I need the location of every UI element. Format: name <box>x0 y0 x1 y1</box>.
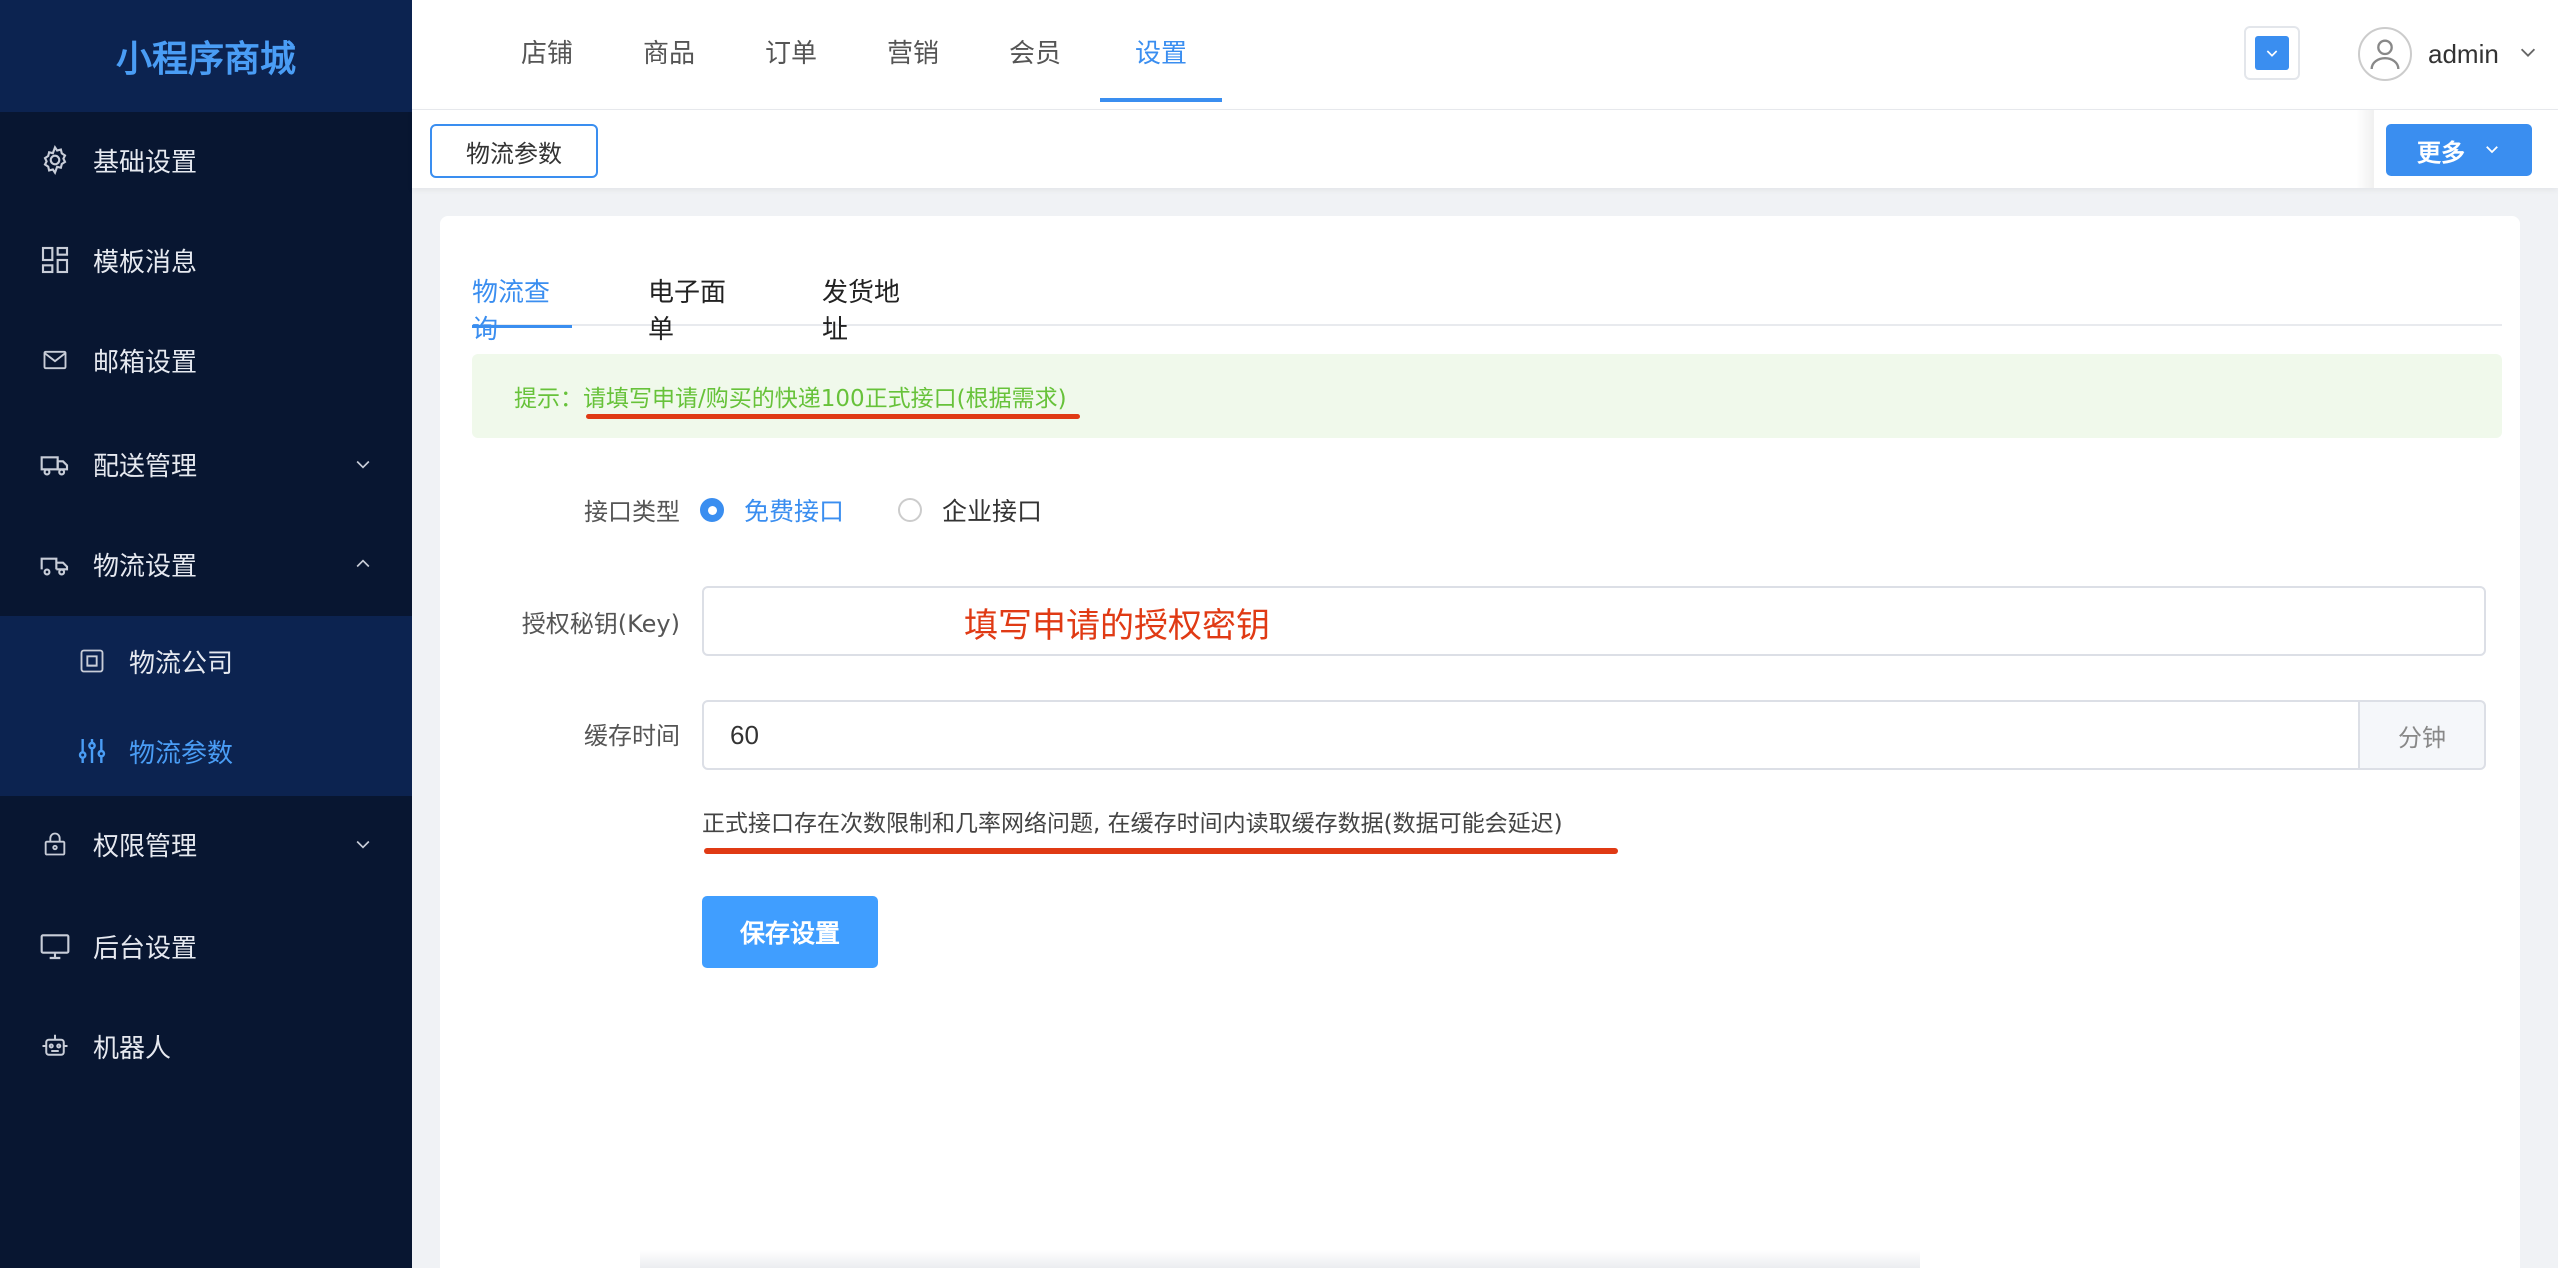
tab-shipping-address[interactable]: 发货地址 <box>822 266 922 345</box>
grid-icon <box>38 243 72 277</box>
auth-key-label: 授权秘钥(Key) <box>521 610 680 638</box>
tab-logistics-query[interactable]: 物流查询 <box>472 266 572 345</box>
sidebar-subitem-logistics-params[interactable]: 物流参数 <box>0 706 412 796</box>
tab-e-waybill[interactable]: 电子面单 <box>648 266 748 345</box>
sidebar-item-template-messages[interactable]: 模板消息 <box>0 210 412 310</box>
tag-logistics-params[interactable]: 物流参数 <box>430 124 598 178</box>
gear-icon <box>38 143 72 177</box>
radio-dot <box>898 498 922 522</box>
cache-time-input[interactable] <box>702 700 2360 770</box>
sidebar-item-permission-management[interactable]: 权限管理 <box>0 794 412 894</box>
tab-store[interactable]: 店铺 <box>510 0 584 102</box>
sidebar-item-logistics-settings[interactable]: 物流设置 <box>0 514 412 614</box>
tab-products[interactable]: 商品 <box>632 0 706 102</box>
chevron-down-icon <box>2255 36 2289 70</box>
radio-enterprise-api[interactable]: 企业接口 <box>898 492 1042 528</box>
tip-alert: 提示： 请填写申请/购买的快递100正式接口(根据需求) <box>472 354 2502 438</box>
tab-members[interactable]: 会员 <box>998 0 1072 102</box>
annotation-underline <box>586 414 1080 419</box>
delivery-icon <box>38 547 72 581</box>
api-type-label: 接口类型 <box>584 498 680 526</box>
sliders-icon <box>76 735 108 767</box>
tags-bar: 物流参数 更多 <box>412 110 2558 188</box>
dropdown-toggle-button[interactable] <box>2244 26 2300 80</box>
chevron-down-icon <box>352 453 374 475</box>
top-navbar: 店铺 商品 订单 营销 会员 设置 admin <box>412 0 2558 110</box>
robot-icon <box>38 1029 72 1063</box>
company-icon <box>76 645 108 677</box>
settings-tabs: 物流查询 电子面单 发货地址 <box>472 266 2502 345</box>
cache-time-label: 缓存时间 <box>584 722 680 750</box>
monitor-icon <box>38 929 72 963</box>
cache-hint: 正式接口存在次数限制和几率网络问题, 在缓存时间内读取缓存数据(数据可能会延迟) <box>702 811 1563 837</box>
radio-dot <box>700 498 724 522</box>
tip-prefix: 提示： <box>514 386 583 412</box>
chevron-down-icon <box>2483 136 2501 164</box>
radio-free-api[interactable]: 免费接口 <box>700 492 844 528</box>
truck-icon <box>38 447 72 481</box>
annotation-underline <box>704 848 1618 854</box>
sidebar-item-admin-settings[interactable]: 后台设置 <box>0 896 412 996</box>
sidebar-item-delivery-management[interactable]: 配送管理 <box>0 414 412 514</box>
sidebar-item-basic-settings[interactable]: 基础设置 <box>0 110 412 210</box>
more-button-label: 更多 <box>2417 138 2465 167</box>
app-logo: 小程序商城 <box>0 0 412 112</box>
key-annotation: 填写申请的授权密钥 <box>964 606 1270 646</box>
sidebar-subitem-logistics-company[interactable]: 物流公司 <box>0 616 412 706</box>
tip-text: 请填写申请/购买的快递100正式接口(根据需求) <box>583 386 1067 412</box>
chevron-down-icon <box>352 833 374 855</box>
tags-scroll-shadow <box>2356 110 2374 188</box>
bottom-shadow <box>640 1250 1920 1268</box>
username: admin <box>2428 38 2499 69</box>
more-button[interactable]: 更多 <box>2386 124 2532 176</box>
chevron-up-icon <box>352 553 374 575</box>
sidebar-item-robot[interactable]: 机器人 <box>0 996 412 1096</box>
save-settings-button[interactable]: 保存设置 <box>702 896 878 968</box>
user-menu[interactable]: admin <box>2358 26 2539 82</box>
sidebar: 小程序商城 基础设置 模板消息 邮箱设置 配送管理 物流设置 物流公司 物流参数… <box>0 0 412 1268</box>
tab-marketing[interactable]: 营销 <box>876 0 950 102</box>
cache-time-unit: 分钟 <box>2358 700 2486 770</box>
tab-orders[interactable]: 订单 <box>754 0 828 102</box>
tab-settings[interactable]: 设置 <box>1100 0 1222 102</box>
sidebar-item-mail-settings[interactable]: 邮箱设置 <box>0 310 412 410</box>
avatar <box>2358 27 2412 81</box>
lock-icon <box>38 827 72 861</box>
mail-icon <box>38 343 72 377</box>
chevron-down-icon <box>2517 41 2539 67</box>
